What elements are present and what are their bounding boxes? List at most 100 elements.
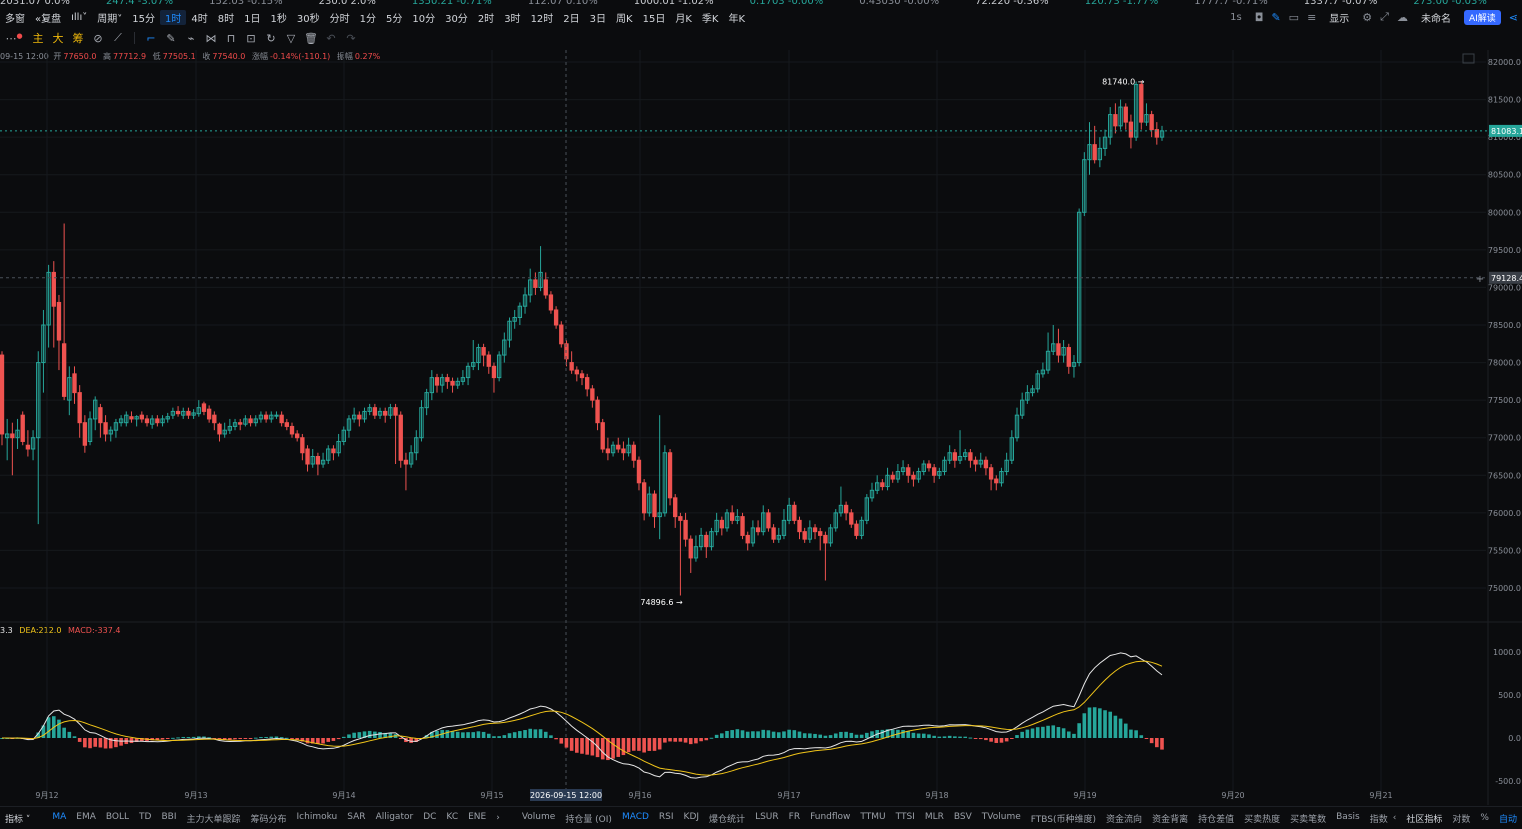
macd-histogram-bar bbox=[1149, 738, 1154, 744]
candle-body bbox=[186, 410, 191, 416]
macd-histogram-bar bbox=[77, 738, 82, 742]
candle-body bbox=[792, 504, 797, 521]
macd-histogram-bar bbox=[279, 737, 284, 739]
sub-indicator-Volume[interactable]: Volume bbox=[517, 812, 560, 825]
main-indicator-Alligator[interactable]: Alligator bbox=[371, 812, 419, 825]
sub-indicator-FTBS(币种维度)[interactable]: FTBS(币种维度) bbox=[1026, 812, 1101, 825]
sub-indicator-RSI[interactable]: RSI bbox=[654, 812, 679, 825]
candle-body bbox=[450, 380, 455, 386]
community-indicator-button[interactable]: 社区指标 bbox=[1401, 812, 1447, 825]
prev-arrow-icon[interactable]: ‹ bbox=[1388, 813, 1402, 823]
log-scale-button[interactable]: 对数 bbox=[1447, 812, 1475, 825]
sub-indicator-TTSI[interactable]: TTSI bbox=[891, 812, 920, 825]
macd-histogram-bar bbox=[347, 734, 351, 738]
macd-histogram-bar bbox=[264, 736, 268, 738]
macd-histogram-bar bbox=[647, 738, 652, 751]
sub-indicator-FR[interactable]: FR bbox=[784, 812, 805, 825]
main-indicator-EMA[interactable]: EMA bbox=[71, 812, 101, 825]
candle-body bbox=[217, 423, 222, 435]
main-indicator-ENE[interactable]: ENE bbox=[463, 812, 491, 825]
macd-histogram-bar bbox=[1046, 725, 1050, 738]
macd-histogram-bar bbox=[57, 719, 61, 738]
candle-body bbox=[616, 444, 621, 450]
y-tick-label: 79500.0 bbox=[1488, 246, 1521, 255]
candle-body bbox=[973, 459, 978, 465]
macd-histogram-bar bbox=[253, 737, 258, 739]
percent-scale-button[interactable]: % bbox=[1475, 813, 1494, 823]
sub-indicator-LSUR[interactable]: LSUR bbox=[750, 812, 784, 825]
sub-indicator-BSV[interactable]: BSV bbox=[949, 812, 977, 825]
candle-body bbox=[1066, 347, 1071, 367]
main-indicator-筹码分布[interactable]: 筹码分布 bbox=[246, 812, 292, 825]
candle-body bbox=[1139, 84, 1144, 123]
candle-body bbox=[890, 474, 895, 480]
sub-indicator-Fundflow[interactable]: Fundflow bbox=[805, 812, 855, 825]
sub-indicator-TTMU[interactable]: TTMU bbox=[855, 812, 890, 825]
macd-histogram-bar bbox=[46, 717, 51, 738]
macd-histogram-bar bbox=[751, 731, 755, 738]
macd-histogram-bar bbox=[942, 736, 947, 738]
price-chart[interactable]: 75000.0 75500.0 76000.0 76500.0 77000.0 77500… bbox=[0, 0, 1522, 828]
crosshair-plus-icon: + bbox=[1476, 274, 1484, 285]
candle-body bbox=[1113, 114, 1118, 127]
macd-histogram-bar bbox=[248, 738, 253, 739]
sub-indicator-TVolume[interactable]: TVolume bbox=[977, 812, 1026, 825]
macd-histogram-bar bbox=[735, 729, 740, 738]
sub-indicator-KDJ[interactable]: KDJ bbox=[679, 812, 705, 825]
x-tick-label: 9月15 bbox=[480, 791, 503, 800]
candle-body bbox=[771, 527, 776, 540]
main-indicator-BBI[interactable]: BBI bbox=[156, 812, 181, 825]
macd-histogram-bar bbox=[776, 732, 781, 738]
macd-histogram-bar bbox=[880, 729, 885, 738]
macd-histogram-bar bbox=[518, 731, 522, 738]
macd-histogram-bar bbox=[502, 735, 507, 738]
main-indicator-BOLL[interactable]: BOLL bbox=[101, 812, 134, 825]
auto-scale-button[interactable]: 自动 bbox=[1494, 812, 1522, 825]
macd-histogram-bar bbox=[652, 738, 657, 751]
candle-body bbox=[994, 478, 999, 484]
main-indicator-主力大单跟踪[interactable]: 主力大单跟踪 bbox=[182, 812, 246, 825]
candle-body bbox=[906, 467, 911, 476]
candle-body bbox=[383, 410, 388, 416]
candle-body bbox=[673, 497, 678, 518]
sub-indicator-爆仓统计[interactable]: 爆仓统计 bbox=[704, 812, 750, 825]
main-indicator-SAR[interactable]: SAR bbox=[342, 812, 370, 825]
sub-indicator-MLR[interactable]: MLR bbox=[920, 812, 949, 825]
sub-indicator-MACD[interactable]: MACD bbox=[617, 812, 654, 825]
macd-histogram-bar bbox=[466, 732, 470, 738]
sub-indicator-资金流向[interactable]: 资金流向 bbox=[1101, 812, 1147, 825]
macd-histogram-bar bbox=[471, 732, 476, 738]
sub-indicator-资金背离[interactable]: 资金背离 bbox=[1147, 812, 1193, 825]
sub-indicator-Basis[interactable]: Basis bbox=[1331, 812, 1365, 825]
macd-histogram-bar bbox=[549, 735, 553, 738]
main-indicator-TD[interactable]: TD bbox=[134, 812, 156, 825]
macd-histogram-bar bbox=[839, 731, 843, 738]
main-indicator-KC[interactable]: KC bbox=[441, 812, 463, 825]
candle-body bbox=[652, 493, 657, 518]
macd-histogram-bar bbox=[963, 736, 968, 738]
candle-body bbox=[144, 418, 150, 424]
x-tick-label: 9月16 bbox=[628, 791, 651, 800]
macd-histogram-bar bbox=[533, 729, 538, 738]
macd-histogram-bar bbox=[486, 733, 491, 738]
macd-histogram-bar bbox=[782, 731, 786, 738]
sub-indicator-买卖热度[interactable]: 买卖热度 bbox=[1239, 812, 1285, 825]
sub-indicator-买卖笔数[interactable]: 买卖笔数 bbox=[1285, 812, 1331, 825]
candle-body bbox=[0, 354, 5, 435]
indicator-menu-button[interactable]: 指标 ˅ bbox=[0, 812, 35, 825]
candle-body bbox=[305, 448, 310, 465]
macd-histogram-bar bbox=[1134, 730, 1138, 738]
macd-tick-label: 0.0 bbox=[1508, 734, 1521, 743]
main-indicator-DC[interactable]: DC bbox=[418, 812, 441, 825]
macd-histogram-bar bbox=[823, 735, 828, 738]
main-indicator-MA[interactable]: MA bbox=[47, 812, 71, 825]
more-arrow-icon[interactable]: › bbox=[491, 813, 505, 823]
candle-body bbox=[952, 452, 958, 461]
macd-histogram-bar bbox=[492, 736, 496, 738]
candle-body bbox=[491, 365, 497, 379]
macd-histogram-bar bbox=[285, 737, 289, 739]
y-tick-label: 76000.0 bbox=[1488, 509, 1521, 518]
sub-indicator-持仓量 (OI)[interactable]: 持仓量 (OI) bbox=[560, 812, 617, 825]
main-indicator-Ichimoku[interactable]: Ichimoku bbox=[292, 812, 343, 825]
sub-indicator-持仓差值[interactable]: 持仓差值 bbox=[1193, 812, 1239, 825]
